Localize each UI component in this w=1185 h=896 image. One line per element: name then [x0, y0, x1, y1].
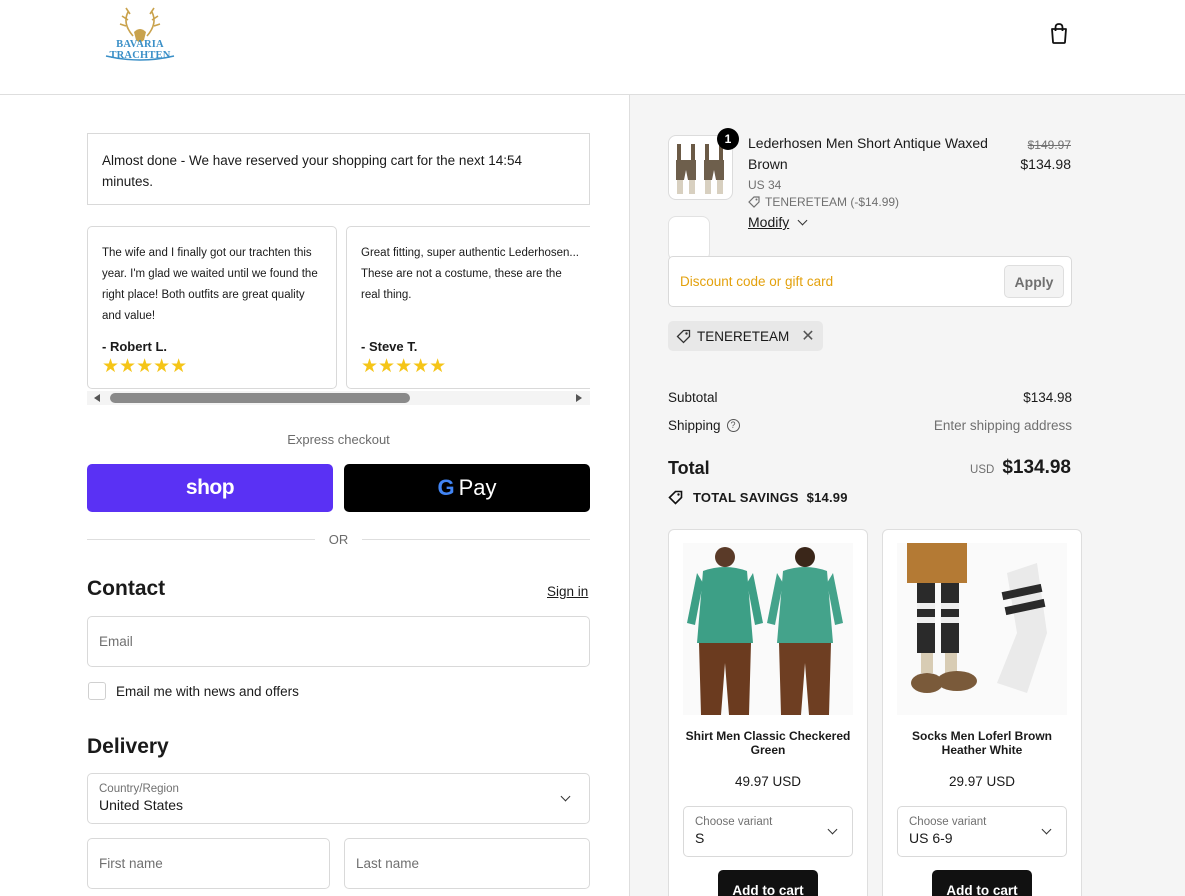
- variant-select[interactable]: Choose variant S: [683, 806, 853, 857]
- review-author: - Robert L.: [102, 339, 167, 354]
- shipping-value: Enter shipping address: [933, 418, 1072, 433]
- google-pay-label: Pay: [458, 475, 497, 500]
- product-discount-text: TENERETEAM (-$14.99): [765, 195, 900, 209]
- apply-discount-button[interactable]: Apply: [1004, 265, 1064, 298]
- email-placeholder: Email: [99, 634, 133, 649]
- review-stars: ★★★★★: [102, 356, 188, 377]
- express-checkout-label: Express checkout: [287, 432, 390, 447]
- product-title: Lederhosen Men Short Antique Waxed Brown: [748, 135, 988, 172]
- tag-icon: [748, 196, 760, 208]
- country-select[interactable]: Country/Region United States: [87, 773, 590, 824]
- first-name-field[interactable]: First name: [87, 838, 330, 889]
- newsletter-label: Email me with news and offers: [116, 683, 299, 699]
- review-card: Great fitting, super authentic Lederhose…: [346, 226, 590, 389]
- upsell-price: 49.97 USD: [734, 774, 802, 789]
- first-name-placeholder: First name: [99, 856, 163, 871]
- country-label: Country/Region: [99, 783, 179, 795]
- product-discount: TENERETEAM (-$14.99): [748, 195, 899, 209]
- checkout-main: Almost done - We have reserved your shop…: [0, 95, 629, 896]
- discounted-price: $134.98: [1020, 156, 1071, 172]
- country-value: United States: [99, 797, 184, 813]
- help-circle-icon[interactable]: ?: [726, 419, 740, 432]
- reviews-carousel[interactable]: The wife and I finally got our trachten …: [87, 226, 590, 389]
- savings-value: $14.99: [806, 490, 848, 505]
- socks-product-image: [897, 543, 1067, 715]
- review-text: The wife and I finally got our trachten …: [102, 247, 318, 322]
- site-header: BAVARIA TRACHTEN: [0, 0, 1185, 95]
- delivery-heading: Delivery: [87, 735, 169, 758]
- shirt-product-image: [683, 543, 853, 715]
- review-stars: ★★★★★: [361, 356, 447, 377]
- product-variant: US 34: [748, 178, 782, 192]
- brand-name: BAVARIA TRACHTEN: [109, 39, 171, 61]
- contact-heading: Contact: [87, 577, 166, 600]
- savings-label: TOTAL SAVINGS: [693, 490, 799, 505]
- variant-label: Choose variant: [695, 816, 773, 828]
- discount-code-field[interactable]: Discount code or gift card Apply: [668, 256, 1072, 307]
- scrollbar-thumb[interactable]: [110, 393, 410, 403]
- shopping-bag-icon[interactable]: [1046, 20, 1072, 46]
- google-pay-button[interactable]: G Pay: [344, 464, 590, 512]
- modify-item-link[interactable]: Modify: [748, 214, 808, 230]
- review-text: Great fitting, super authentic Lederhose…: [361, 247, 579, 301]
- quantity-badge: 1: [717, 128, 739, 150]
- modify-label: Modify: [748, 214, 790, 230]
- add-to-cart-button[interactable]: Add to cart: [718, 870, 818, 896]
- add-to-cart-button[interactable]: Add to cart: [932, 870, 1032, 896]
- total-savings: TOTAL SAVINGS $14.99: [668, 490, 848, 505]
- total-value: $134.98: [1002, 457, 1071, 478]
- upsell-name: Socks Men Loferl Brown Heather White: [911, 729, 1053, 757]
- reservation-notice: Almost done - We have reserved your shop…: [87, 133, 590, 205]
- sign-in-link[interactable]: Sign in: [547, 584, 588, 599]
- total-amount: USD $134.98: [970, 457, 1071, 479]
- newsletter-checkbox[interactable]: [88, 682, 106, 700]
- subtotal-row: Subtotal $134.98: [668, 390, 1072, 405]
- upsell-card: Shirt Men Classic Checkered Green 49.97 …: [668, 529, 868, 896]
- review-author: - Steve T.: [361, 339, 418, 354]
- scroll-left-arrow-icon[interactable]: [94, 394, 100, 402]
- empty-thumbnail: [668, 216, 710, 261]
- newsletter-option[interactable]: Email me with news and offers: [88, 682, 299, 700]
- brand-logo[interactable]: BAVARIA TRACHTEN: [86, 6, 194, 64]
- last-name-placeholder: Last name: [356, 856, 420, 871]
- upsell-price: 29.97 USD: [948, 774, 1016, 789]
- upsell-name: Shirt Men Classic Checkered Green: [685, 729, 851, 757]
- or-label: OR: [328, 532, 349, 547]
- applied-discount-chip: TENERETEAM ✕: [668, 321, 823, 351]
- remove-discount-icon[interactable]: ✕: [801, 326, 814, 346]
- discount-placeholder: Discount code or gift card: [680, 274, 834, 289]
- variant-value: S: [695, 830, 705, 846]
- shop-pay-label: shop: [185, 476, 235, 499]
- reviews-scrollbar[interactable]: [87, 391, 590, 405]
- chevron-down-icon: [797, 215, 808, 225]
- order-summary: 1 Lederhosen Men Short Antique Waxed Bro…: [629, 95, 1185, 896]
- variant-value: US 6-9: [909, 830, 953, 846]
- applied-discount-code: TENERETEAM: [697, 328, 790, 344]
- subtotal-value: $134.98: [1023, 390, 1072, 405]
- shipping-label: Shipping: [668, 418, 721, 433]
- email-field[interactable]: Email: [87, 616, 590, 667]
- scroll-right-arrow-icon[interactable]: [576, 394, 582, 402]
- shipping-row: Shipping ? Enter shipping address: [668, 418, 1072, 433]
- last-name-field[interactable]: Last name: [344, 838, 590, 889]
- shop-pay-button[interactable]: shop: [87, 464, 333, 512]
- tag-icon: [676, 329, 691, 343]
- total-label: Total: [668, 458, 710, 478]
- google-g-icon: G: [437, 475, 455, 500]
- review-card: The wife and I finally got our trachten …: [87, 226, 337, 389]
- variant-label: Choose variant: [909, 816, 987, 828]
- savings-tag-icon: [668, 490, 683, 505]
- currency-code: USD: [970, 464, 995, 476]
- upsell-card: Socks Men Loferl Brown Heather White 29.…: [882, 529, 1082, 896]
- variant-select[interactable]: Choose variant US 6-9: [897, 806, 1067, 857]
- subtotal-label: Subtotal: [668, 390, 718, 405]
- original-price: $149.97: [1027, 138, 1071, 152]
